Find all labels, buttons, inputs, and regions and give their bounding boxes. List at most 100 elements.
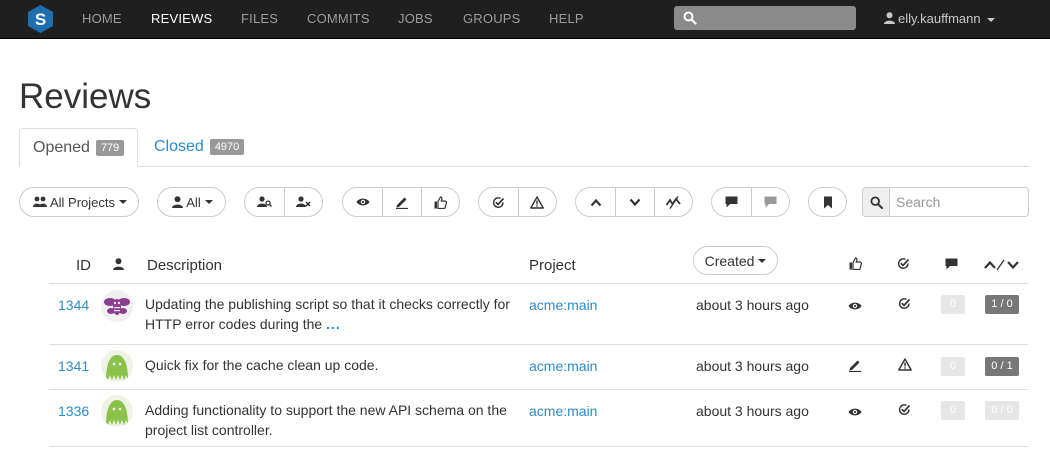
bookmark-button[interactable] (809, 188, 846, 216)
warning-icon (898, 358, 912, 374)
author-filter-group (244, 187, 323, 217)
comment-icon (725, 196, 738, 208)
chevron-down-icon (119, 200, 128, 204)
test-filter-group (478, 187, 557, 217)
pencil-icon (848, 358, 862, 375)
review-description-text: Quick fix for the cache clean up code. (145, 357, 379, 373)
voted-down-button[interactable] (615, 188, 654, 216)
swarm-logo-icon[interactable]: S (28, 5, 53, 33)
search-icon[interactable] (863, 188, 890, 216)
bookmark-filter (808, 187, 847, 217)
user-icon (884, 12, 895, 24)
vote-count: 1 / 0 (985, 295, 1019, 314)
tests-pass-button[interactable] (479, 188, 518, 216)
vote-count: 0 / 0 (985, 401, 1019, 420)
needs-revision-button[interactable] (382, 188, 421, 216)
comment-icon (945, 257, 958, 273)
page-title: Reviews (19, 77, 152, 116)
nav-files[interactable]: FILES (241, 11, 278, 26)
approved-button[interactable] (421, 188, 459, 216)
nav-help[interactable]: HELP (549, 11, 584, 26)
username: elly.kauffmann (898, 11, 981, 26)
project-link[interactable]: acme:main (529, 403, 597, 419)
check-icon (897, 257, 910, 273)
user-filter-label: All (186, 194, 201, 210)
chevron-down-icon (204, 200, 213, 204)
user-menu[interactable]: elly.kauffmann (884, 11, 995, 26)
comment-count: 0 (941, 295, 965, 314)
tab-opened-label: Opened (33, 139, 90, 156)
projects-filter-label: All Projects (49, 194, 116, 210)
avatar[interactable] (101, 290, 133, 322)
created-sort-dropdown[interactable]: Created (693, 246, 778, 275)
no-comments-button[interactable] (750, 188, 790, 216)
vote-neutral-icon (665, 195, 681, 209)
users-icon (32, 196, 47, 207)
eye-icon (356, 198, 369, 206)
svg-text:S: S (35, 10, 46, 29)
review-description[interactable]: Updating the publishing script so that i… (145, 294, 520, 334)
user-search-icon (256, 196, 272, 207)
nav-jobs[interactable]: JOBS (398, 11, 433, 26)
check-icon (898, 403, 911, 419)
project-link[interactable]: acme:main (529, 358, 597, 374)
chevron-up-icon (590, 198, 601, 206)
review-id-link[interactable]: 1344 (58, 297, 89, 313)
bookmark-icon (823, 196, 832, 208)
column-header-project[interactable]: Project (529, 257, 576, 274)
expand-description-link[interactable]: ... (326, 316, 341, 332)
header-divider (49, 283, 1028, 284)
not-voted-button[interactable] (654, 188, 692, 216)
created-time: about 3 hours ago (696, 297, 809, 313)
tab-closed-count: 4970 (209, 139, 245, 155)
not-authored-by-me-button[interactable] (283, 188, 323, 216)
nav-groups[interactable]: GROUPS (463, 11, 521, 26)
review-id-link[interactable]: 1336 (58, 403, 89, 419)
chevron-down-icon (758, 258, 767, 263)
projects-filter-dropdown[interactable]: All Projects (19, 187, 139, 217)
reviews-search (862, 187, 1029, 217)
comment-filter-group (711, 187, 790, 217)
search-input[interactable] (891, 188, 1027, 216)
voted-up-button[interactable] (576, 188, 615, 216)
review-description[interactable]: Adding functionality to support the new … (145, 400, 520, 440)
search-icon (683, 11, 697, 25)
eye-icon (848, 298, 862, 314)
needs-review-button[interactable] (343, 188, 382, 216)
has-comments-button[interactable] (712, 188, 751, 216)
state-filter-group (342, 187, 460, 217)
check-icon (898, 297, 911, 313)
chevron-down-icon (629, 198, 641, 206)
nav-commits[interactable]: COMMITS (307, 11, 370, 26)
row-divider (49, 389, 1028, 390)
avatar[interactable] (101, 350, 133, 382)
review-description[interactable]: Quick fix for the cache clean up code. (145, 355, 520, 375)
check-icon (492, 196, 504, 208)
nav-home[interactable]: HOME (82, 11, 122, 26)
review-id-link[interactable]: 1341 (58, 358, 89, 374)
column-header-id[interactable]: ID (76, 257, 91, 274)
comment-count: 0 (941, 357, 965, 376)
tests-fail-button[interactable] (517, 188, 557, 216)
tab-opened-count: 779 (95, 140, 125, 156)
review-description-text: Adding functionality to support the new … (145, 402, 507, 438)
vote-filter-group (575, 187, 693, 217)
nav-reviews[interactable]: REVIEWS (151, 11, 212, 26)
tab-opened[interactable]: Opened 779 (19, 128, 139, 167)
user-filter-dropdown[interactable]: All (157, 187, 226, 217)
authored-by-me-button[interactable] (245, 188, 284, 216)
created-time: about 3 hours ago (696, 358, 809, 374)
created-sort-label: Created (704, 252, 755, 269)
project-link[interactable]: acme:main (529, 297, 597, 313)
avatar[interactable] (101, 395, 133, 427)
thumbs-up-icon (849, 257, 862, 273)
warning-icon (530, 195, 545, 209)
tab-closed[interactable]: Closed 4970 (141, 128, 257, 167)
comment-count: 0 (941, 401, 965, 420)
pencil-icon (396, 197, 408, 209)
user-icon (172, 196, 184, 208)
votes-up-down-icon (984, 258, 1020, 274)
author-column-user-icon (113, 257, 124, 273)
global-search-input[interactable] (674, 6, 856, 30)
column-header-description: Description (147, 257, 223, 274)
